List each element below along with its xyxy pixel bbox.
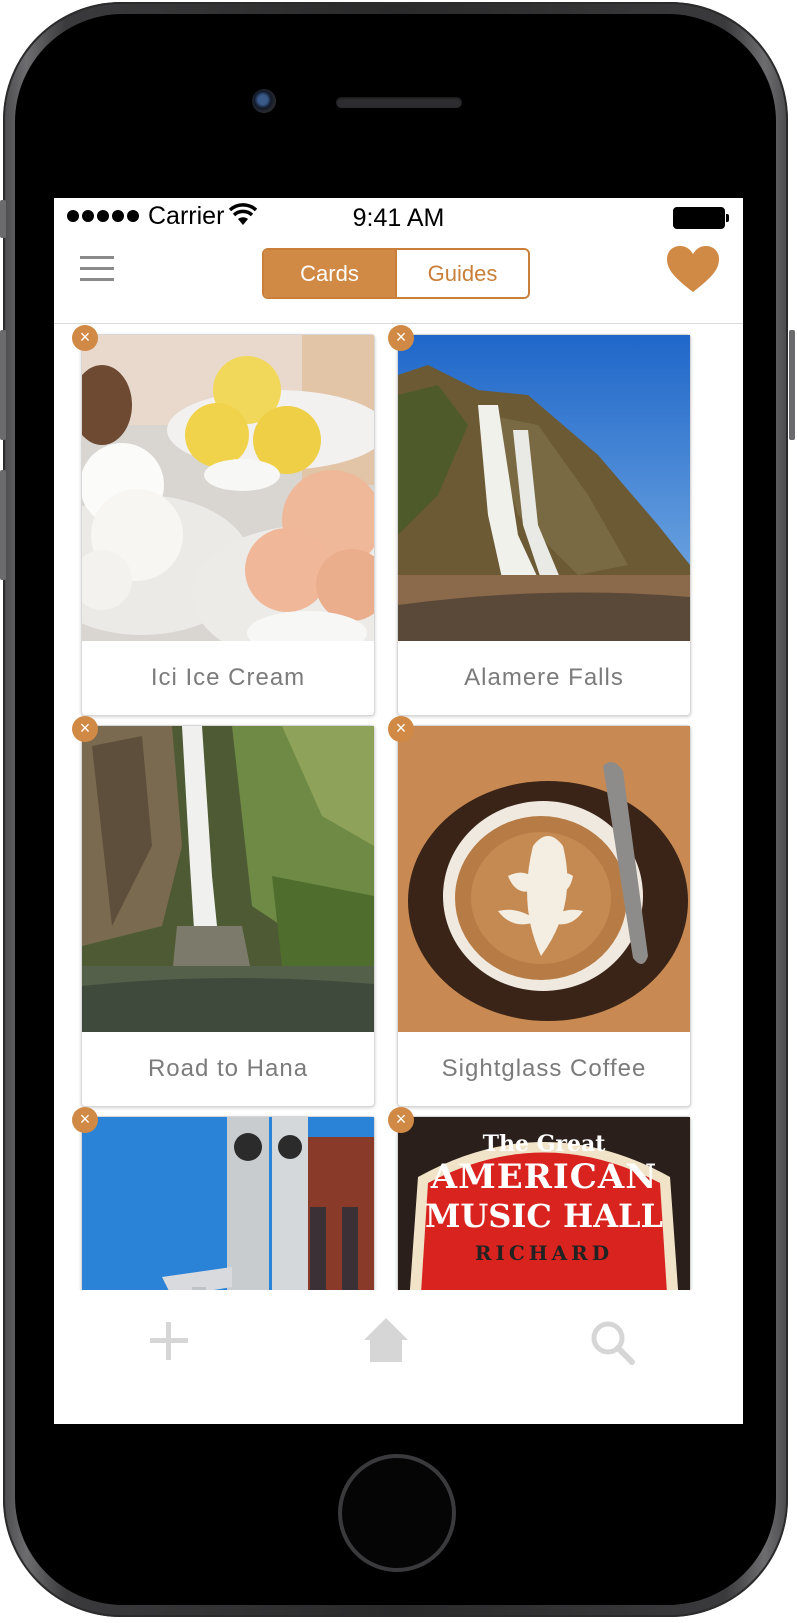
remove-card-button[interactable]: × bbox=[72, 716, 98, 742]
card-title: Road to Hana bbox=[147, 1055, 309, 1082]
remove-card-button[interactable]: × bbox=[72, 1107, 98, 1133]
card-ici-ice-cream[interactable]: Ici Ice Cream bbox=[81, 334, 375, 716]
heart-icon[interactable] bbox=[667, 246, 719, 294]
card-sightglass-coffee[interactable]: Sightglass Coffee bbox=[397, 725, 691, 1107]
search-icon[interactable] bbox=[582, 1312, 642, 1372]
remove-card-button[interactable]: × bbox=[388, 716, 414, 742]
card-title: Ici Ice Cream bbox=[150, 664, 306, 691]
volume-down-button bbox=[0, 470, 6, 580]
battery-icon bbox=[673, 207, 729, 229]
earpiece-speaker bbox=[336, 97, 462, 108]
remove-card-button[interactable]: × bbox=[388, 1107, 414, 1133]
latte-art-photo bbox=[398, 726, 690, 1032]
app-screen: Carrier 9:41 AM Cards Guides Ici Ice Cre… bbox=[54, 198, 743, 1424]
tab-guides[interactable]: Guides bbox=[395, 250, 528, 297]
marquee-line: RICHARD bbox=[474, 1241, 614, 1265]
status-bar: Carrier 9:41 AM bbox=[54, 198, 743, 238]
marquee-line: AMERICAN bbox=[430, 1157, 658, 1197]
card-road-to-hana[interactable]: Road to Hana bbox=[81, 725, 375, 1107]
ice-cream-photo bbox=[82, 335, 374, 641]
marquee-line: The Great bbox=[482, 1131, 606, 1157]
status-time: 9:41 AM bbox=[352, 204, 445, 232]
tab-cards[interactable]: Cards bbox=[264, 250, 395, 297]
front-camera bbox=[252, 89, 276, 113]
music-hall-marquee-photo: The Great AMERICAN MUSIC HALL RICHARD bbox=[398, 1117, 690, 1290]
card-brewery[interactable] bbox=[81, 1116, 375, 1290]
marquee-line: MUSIC HALL bbox=[424, 1197, 664, 1235]
brewery-silos-photo bbox=[82, 1117, 374, 1290]
mute-switch bbox=[0, 200, 6, 238]
card-alamere-falls[interactable]: Alamere Falls bbox=[397, 334, 691, 716]
power-button bbox=[789, 330, 795, 440]
home-icon[interactable] bbox=[356, 1312, 416, 1372]
cards-grid: Ici Ice Cream × Alamere Falls × Road to … bbox=[54, 324, 743, 1290]
card-title: Sightglass Coffee bbox=[441, 1055, 647, 1082]
remove-card-button[interactable]: × bbox=[388, 325, 414, 351]
remove-card-button[interactable]: × bbox=[72, 325, 98, 351]
volume-up-button bbox=[0, 330, 6, 440]
bottom-tab-bar bbox=[54, 1290, 743, 1424]
marquee-sign: The Great AMERICAN MUSIC HALL RICHARD bbox=[398, 1131, 690, 1265]
hamburger-menu-icon[interactable] bbox=[80, 256, 114, 284]
card-title: Alamere Falls bbox=[464, 664, 624, 691]
add-icon[interactable] bbox=[139, 1312, 199, 1372]
cards-guides-segmented-control: Cards Guides bbox=[262, 248, 530, 299]
jungle-waterfall-photo bbox=[82, 726, 374, 1032]
navigation-bar: Cards Guides bbox=[54, 238, 743, 324]
home-button[interactable] bbox=[338, 1454, 456, 1572]
card-music-hall[interactable]: The Great AMERICAN MUSIC HALL RICHARD bbox=[397, 1116, 691, 1290]
waterfall-cliff-photo bbox=[398, 335, 690, 641]
